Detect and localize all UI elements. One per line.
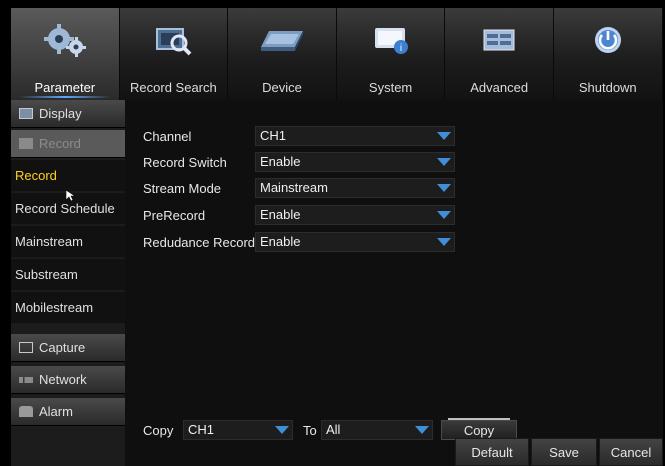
redundance-record-dropdown[interactable]: Enable	[255, 232, 455, 252]
copy-button[interactable]: Copy	[441, 418, 517, 440]
copy-to-dropdown[interactable]: All	[321, 420, 433, 440]
tab-label: Device	[262, 80, 302, 95]
alarm-icon	[19, 406, 33, 417]
gears-icon	[11, 22, 119, 58]
copy-button-highlight	[448, 418, 510, 420]
channel-dropdown[interactable]: CH1	[255, 126, 455, 146]
sidebar-item-network[interactable]: Network	[11, 366, 125, 394]
copy-button-label: Copy	[463, 422, 495, 438]
sidebar: Display Record Record Record Schedule Ma…	[11, 100, 125, 466]
network-icon	[19, 376, 33, 383]
system-monitor-icon: i	[337, 22, 445, 58]
tab-label: Shutdown	[578, 80, 637, 95]
sidebar-item-label: Alarm	[39, 404, 73, 419]
default-button-label: Default	[471, 444, 513, 460]
record-switch-dropdown[interactable]: Enable	[255, 152, 455, 172]
sidebar-item-label: Display	[39, 106, 82, 121]
copy-from-dropdown[interactable]: CH1	[183, 420, 293, 440]
tab-advanced[interactable]: Advanced	[445, 8, 554, 100]
sidebar-item-capture[interactable]: Capture	[11, 334, 125, 362]
dropdown-value: CH1	[260, 128, 287, 143]
record-icon	[19, 138, 33, 149]
sidebar-subitem-substream[interactable]: Substream	[11, 259, 125, 291]
dropdown-value: Enable	[260, 234, 301, 249]
sidebar-subitem-label: Substream	[15, 267, 78, 282]
active-tab-underline	[19, 96, 111, 98]
tab-label: Parameter	[34, 80, 96, 95]
sidebar-item-alarm[interactable]: Alarm	[11, 398, 125, 426]
chevron-down-icon	[437, 184, 451, 192]
sidebar-item-label: Record	[39, 136, 81, 151]
sidebar-subitem-label: Mainstream	[15, 234, 83, 249]
tab-label: Advanced	[470, 80, 529, 95]
record-search-icon	[120, 22, 228, 58]
sidebar-subitem-mainstream[interactable]: Mainstream	[11, 226, 125, 258]
chevron-down-icon	[275, 426, 289, 434]
sidebar-subitem-record[interactable]: Record	[11, 160, 125, 192]
cancel-button-label: Cancel	[610, 444, 652, 460]
dvr-settings-window: Parameter Record Search Device i System …	[11, 8, 663, 466]
tab-parameter[interactable]: Parameter	[11, 8, 120, 100]
prerecord-label: PreRecord	[143, 208, 206, 223]
copy-to-label: To	[303, 423, 317, 438]
tab-record-search[interactable]: Record Search	[120, 8, 229, 100]
sidebar-item-label: Capture	[39, 340, 86, 355]
chevron-down-icon	[437, 211, 451, 219]
mouse-cursor-icon	[66, 190, 76, 202]
stream-mode-label: Stream Mode	[143, 181, 222, 196]
chevron-down-icon	[437, 238, 451, 246]
dropdown-value: CH1	[188, 422, 215, 437]
sidebar-item-label: Network	[39, 372, 87, 387]
sidebar-subitem-label: Record	[15, 168, 57, 183]
svg-text:i: i	[399, 43, 401, 54]
redundance-record-label: Redudance Record	[143, 235, 256, 250]
prerecord-dropdown[interactable]: Enable	[255, 205, 455, 225]
dropdown-value: Enable	[260, 207, 301, 222]
dropdown-value: Mainstream	[260, 180, 328, 195]
save-button[interactable]: Save	[531, 438, 597, 466]
copy-label: Copy	[143, 423, 174, 438]
dropdown-value: Enable	[260, 154, 301, 169]
advanced-panel-icon	[445, 22, 553, 58]
sidebar-item-display[interactable]: Display	[11, 100, 125, 128]
sidebar-subitem-label: Record Schedule	[15, 201, 115, 216]
default-button[interactable]: Default	[455, 438, 529, 466]
record-switch-label: Record Switch	[143, 155, 227, 170]
sidebar-item-record[interactable]: Record	[11, 130, 125, 158]
tab-label: Record Search	[130, 80, 217, 95]
stream-mode-dropdown[interactable]: Mainstream	[255, 178, 455, 198]
chevron-down-icon	[437, 132, 451, 140]
tab-device[interactable]: Device	[228, 8, 337, 100]
display-icon	[19, 108, 33, 119]
cancel-button[interactable]: Cancel	[599, 438, 663, 466]
hard-drive-icon	[228, 22, 336, 58]
power-icon	[554, 22, 662, 58]
save-button-label: Save	[549, 444, 579, 460]
tab-shutdown[interactable]: Shutdown	[554, 8, 663, 100]
capture-icon	[19, 342, 33, 353]
top-tab-bar: Parameter Record Search Device i System …	[11, 8, 663, 100]
dropdown-value: All	[326, 422, 341, 437]
chevron-down-icon	[437, 158, 451, 166]
chevron-down-icon	[415, 426, 429, 434]
tab-label: System	[368, 80, 413, 95]
channel-label: Channel	[143, 129, 192, 144]
sidebar-subitem-label: Mobilestream	[15, 300, 94, 315]
tab-system[interactable]: i System	[337, 8, 446, 100]
sidebar-subitem-mobilestream[interactable]: Mobilestream	[11, 292, 125, 324]
record-settings-panel: Channel CH1 Record Switch Enable Stream …	[125, 100, 663, 466]
